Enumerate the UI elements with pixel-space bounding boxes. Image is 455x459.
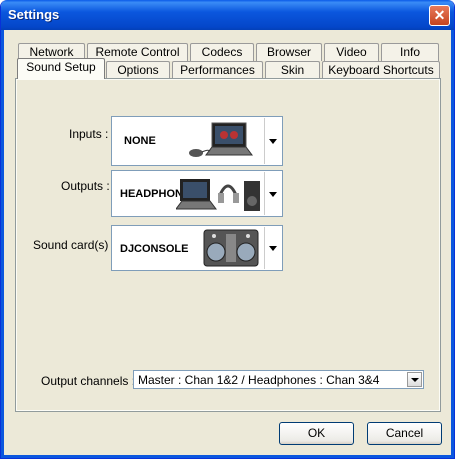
- tab-browser[interactable]: Browser: [256, 43, 322, 61]
- tab-sound-setup[interactable]: Sound Setup: [17, 58, 105, 79]
- outputs-combo[interactable]: HEADPHONES: [111, 170, 283, 217]
- output-channels-label: Output channels :: [41, 374, 136, 388]
- close-button[interactable]: ✕: [429, 5, 450, 26]
- sound-card-combo[interactable]: DJCONSOLE: [111, 225, 283, 271]
- cancel-button[interactable]: Cancel: [367, 422, 442, 445]
- window-frame-bottom: [1, 455, 454, 458]
- outputs-label: Outputs :: [61, 179, 110, 193]
- chevron-down-icon[interactable]: [264, 118, 281, 164]
- tab-video[interactable]: Video: [324, 43, 379, 61]
- chevron-down-icon[interactable]: [264, 172, 281, 215]
- sound-card-value: DJCONSOLE: [120, 243, 189, 255]
- tab-options[interactable]: Options: [106, 61, 170, 79]
- output-channels-value: Master : Chan 1&2 / Headphones : Chan 3&…: [138, 373, 380, 387]
- inputs-label: Inputs :: [69, 127, 109, 141]
- settings-window: Settings ✕ Network Remote Control Codecs…: [0, 0, 455, 459]
- tab-codecs[interactable]: Codecs: [190, 43, 254, 61]
- tab-performances[interactable]: Performances: [172, 61, 263, 79]
- sound-card-label: Sound card(s) :: [33, 238, 116, 252]
- close-icon: ✕: [433, 7, 446, 23]
- laptop-mouse-icon: [189, 122, 253, 157]
- window-title: Settings: [8, 7, 60, 22]
- tab-info[interactable]: Info: [381, 43, 439, 61]
- inputs-value: NONE: [124, 135, 156, 147]
- laptop-headphones-icon: [176, 179, 260, 211]
- tab-keyboard-shortcuts[interactable]: Keyboard Shortcuts: [322, 61, 440, 79]
- ok-button[interactable]: OK: [279, 422, 354, 445]
- chevron-down-icon[interactable]: [264, 227, 281, 269]
- window-frame-right: [451, 30, 454, 458]
- tab-skin[interactable]: Skin: [265, 61, 320, 79]
- output-channels-select[interactable]: Master : Chan 1&2 / Headphones : Chan 3&…: [133, 370, 424, 389]
- chevron-down-icon[interactable]: [407, 372, 422, 387]
- title-bar[interactable]: Settings ✕: [1, 0, 454, 30]
- window-frame-left: [1, 30, 4, 458]
- dj-console-icon: [203, 229, 259, 267]
- inputs-combo[interactable]: NONE: [111, 116, 283, 166]
